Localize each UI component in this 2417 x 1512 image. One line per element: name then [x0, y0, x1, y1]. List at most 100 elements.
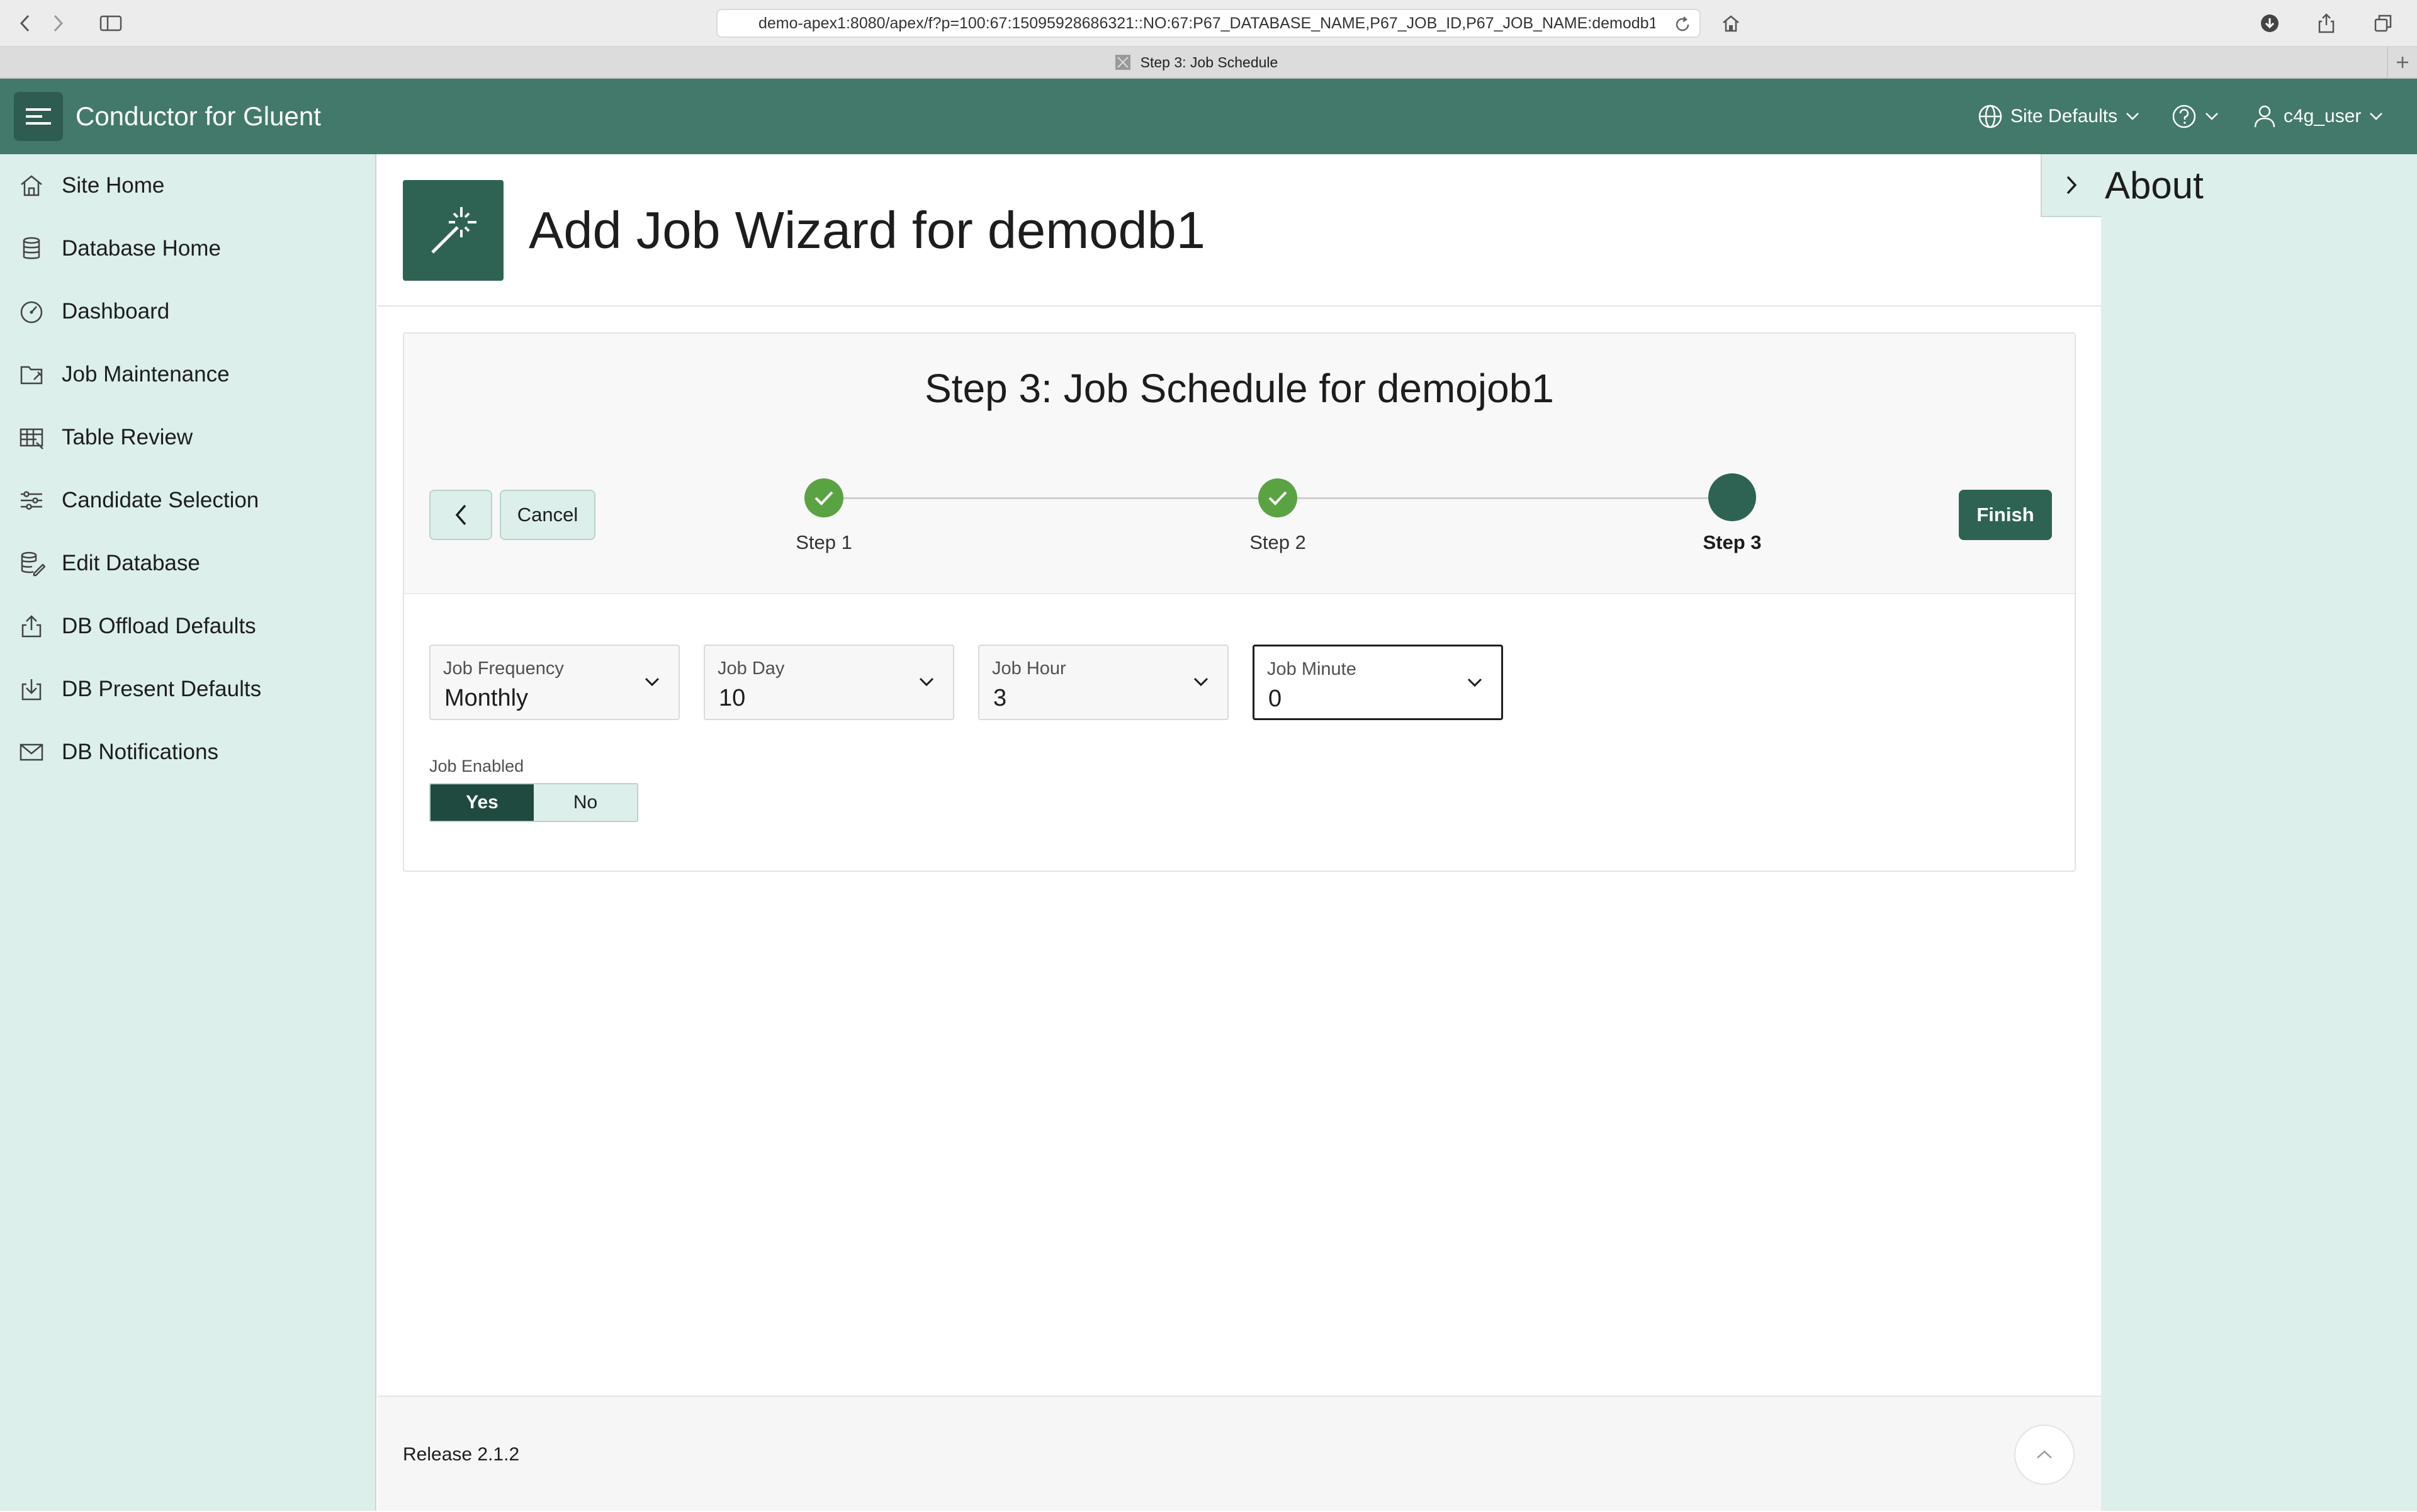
- sidebar-item-label: DB Present Defaults: [62, 677, 262, 701]
- job-day-value: 10: [719, 685, 746, 711]
- step-1-label: Step 1: [796, 531, 852, 553]
- job-day-select[interactable]: Job Day 10: [704, 645, 954, 720]
- job-hour-label: Job Hour: [992, 658, 1066, 679]
- page-hero: Add Job Wizard for demodb1: [378, 154, 2101, 307]
- job-enabled-yes-option[interactable]: Yes: [431, 784, 534, 821]
- database-edit-icon: [21, 551, 45, 577]
- sidebar-item-label: Job Maintenance: [62, 362, 230, 386]
- about-panel: [2101, 154, 2417, 1511]
- hamburger-menu-icon: [26, 108, 51, 125]
- share-icon: [2318, 13, 2335, 33]
- help-menu[interactable]: [2172, 79, 2219, 154]
- sliders-icon: [21, 491, 42, 510]
- tabs-overview-icon: [2374, 14, 2392, 32]
- step-2-marker: [1258, 478, 1297, 517]
- browser-share-button[interactable]: [2309, 9, 2344, 38]
- check-icon: [1268, 491, 1287, 505]
- user-menu[interactable]: c4g_user: [2253, 79, 2384, 154]
- help-icon: [2172, 104, 2196, 128]
- step-3-label: Step 3: [1703, 531, 1762, 553]
- job-minute-value: 0: [1268, 685, 1282, 712]
- chevron-left-icon: [455, 504, 466, 526]
- browser-home-button[interactable]: [1713, 9, 1749, 38]
- browser-tab[interactable]: Step 3: Job Schedule: [0, 47, 2392, 77]
- finish-button[interactable]: Finish: [1959, 490, 2052, 540]
- check-icon: [814, 491, 833, 505]
- release-version: Release 2.1.2: [403, 1444, 520, 1465]
- app-title[interactable]: Conductor for Gluent: [76, 79, 321, 154]
- download-circle-icon: [2261, 14, 2279, 32]
- sidebar-item-label: DB Notifications: [62, 740, 218, 764]
- plus-icon: [2397, 57, 2408, 68]
- download-icon: [21, 679, 42, 701]
- url-text: demo-apex1:8080/apex/f?p=100:67:15095928…: [758, 14, 1655, 32]
- scroll-to-top-button[interactable]: [2014, 1425, 2075, 1485]
- job-minute-label: Job Minute: [1267, 659, 1356, 679]
- sidebar-item-database-home[interactable]: Database Home: [0, 217, 375, 280]
- sidebar-item-label: Site Home: [62, 173, 165, 198]
- site-defaults-label: Site Defaults: [2010, 106, 2118, 127]
- table-icon: [20, 428, 43, 449]
- site-defaults-menu[interactable]: Site Defaults: [1978, 79, 2140, 154]
- browser-toolbar: demo-apex1:8080/apex/f?p=100:67:15095928…: [0, 0, 2417, 47]
- reload-icon[interactable]: [1673, 15, 1692, 34]
- job-enabled-switch: Yes No: [429, 783, 638, 822]
- wizard-title: Step 3: Job Schedule for demojob1: [925, 366, 1554, 411]
- magic-wand-icon: [431, 207, 476, 254]
- chevron-down-icon: [1467, 678, 1482, 687]
- job-minute-select[interactable]: Job Minute 0: [1253, 645, 1503, 720]
- chevron-down-icon: [919, 677, 934, 687]
- browser-back-button[interactable]: [8, 9, 43, 38]
- previous-step-button[interactable]: [429, 490, 492, 540]
- sidebar-item-db-present-defaults[interactable]: DB Present Defaults: [0, 658, 375, 721]
- sidebar-navigation: Site Home Database Home Dashboard Job Ma…: [0, 154, 376, 1511]
- sidebar-item-site-home[interactable]: Site Home: [0, 154, 375, 217]
- browser-sidebar-button[interactable]: [91, 9, 131, 38]
- sidebar-item-job-maintenance[interactable]: Job Maintenance: [0, 343, 375, 406]
- step-3-marker: [1708, 473, 1756, 521]
- mail-icon: [20, 743, 43, 761]
- sidebar-item-candidate-selection[interactable]: Candidate Selection: [0, 469, 375, 532]
- home-icon: [1723, 15, 1739, 32]
- sidebar-item-db-offload-defaults[interactable]: DB Offload Defaults: [0, 595, 375, 658]
- chevron-right-icon: [54, 14, 64, 32]
- about-title: About: [2105, 164, 2204, 206]
- url-bar[interactable]: demo-apex1:8080/apex/f?p=100:67:15095928…: [716, 9, 1701, 38]
- sidebar-item-dashboard[interactable]: Dashboard: [0, 280, 375, 343]
- step-2-label: Step 2: [1249, 531, 1306, 553]
- sidebar-item-label: Dashboard: [62, 299, 170, 324]
- dashboard-icon: [20, 301, 43, 324]
- sidebar-item-label: Table Review: [62, 425, 193, 449]
- cancel-button[interactable]: Cancel: [500, 490, 595, 540]
- job-hour-select[interactable]: Job Hour 3: [978, 645, 1229, 720]
- browser-forward-button[interactable]: [40, 9, 76, 38]
- sidebar-item-edit-database[interactable]: Edit Database: [0, 532, 375, 595]
- job-frequency-select[interactable]: Job Frequency Monthly: [429, 645, 680, 720]
- chevron-left-icon: [20, 14, 30, 32]
- sidebar-icon: [99, 15, 122, 31]
- sidebar-item-table-review[interactable]: Table Review: [0, 406, 375, 469]
- database-icon: [23, 237, 40, 259]
- job-enabled-label: Job Enabled: [429, 757, 524, 776]
- job-day-label: Job Day: [718, 658, 785, 679]
- navigation-menu-button[interactable]: [14, 92, 63, 141]
- chevron-down-icon: [1193, 677, 1208, 687]
- sidebar-item-label: Database Home: [62, 236, 221, 261]
- wrench-icon: [20, 366, 43, 385]
- page-footer: Release 2.1.2: [378, 1396, 2101, 1511]
- sidebar-item-label: DB Offload Defaults: [62, 614, 256, 638]
- globe-icon: [1978, 104, 2002, 128]
- browser-tab-title: Step 3: Job Schedule: [1140, 54, 1278, 71]
- browser-tab-strip: Step 3: Job Schedule: [0, 47, 2417, 79]
- browser-tabs-button[interactable]: [2365, 9, 2401, 38]
- job-frequency-value: Monthly: [444, 685, 529, 711]
- chevron-down-icon: [2126, 113, 2139, 120]
- user-name: c4g_user: [2284, 106, 2362, 127]
- browser-downloads-button[interactable]: [2252, 9, 2287, 38]
- about-toggle-button[interactable]: [2041, 154, 2101, 217]
- chevron-down-icon: [2206, 113, 2218, 120]
- job-enabled-no-option[interactable]: No: [534, 784, 637, 821]
- sidebar-item-label: Edit Database: [62, 551, 200, 575]
- sidebar-item-db-notifications[interactable]: DB Notifications: [0, 721, 375, 784]
- new-tab-button[interactable]: [2387, 47, 2417, 77]
